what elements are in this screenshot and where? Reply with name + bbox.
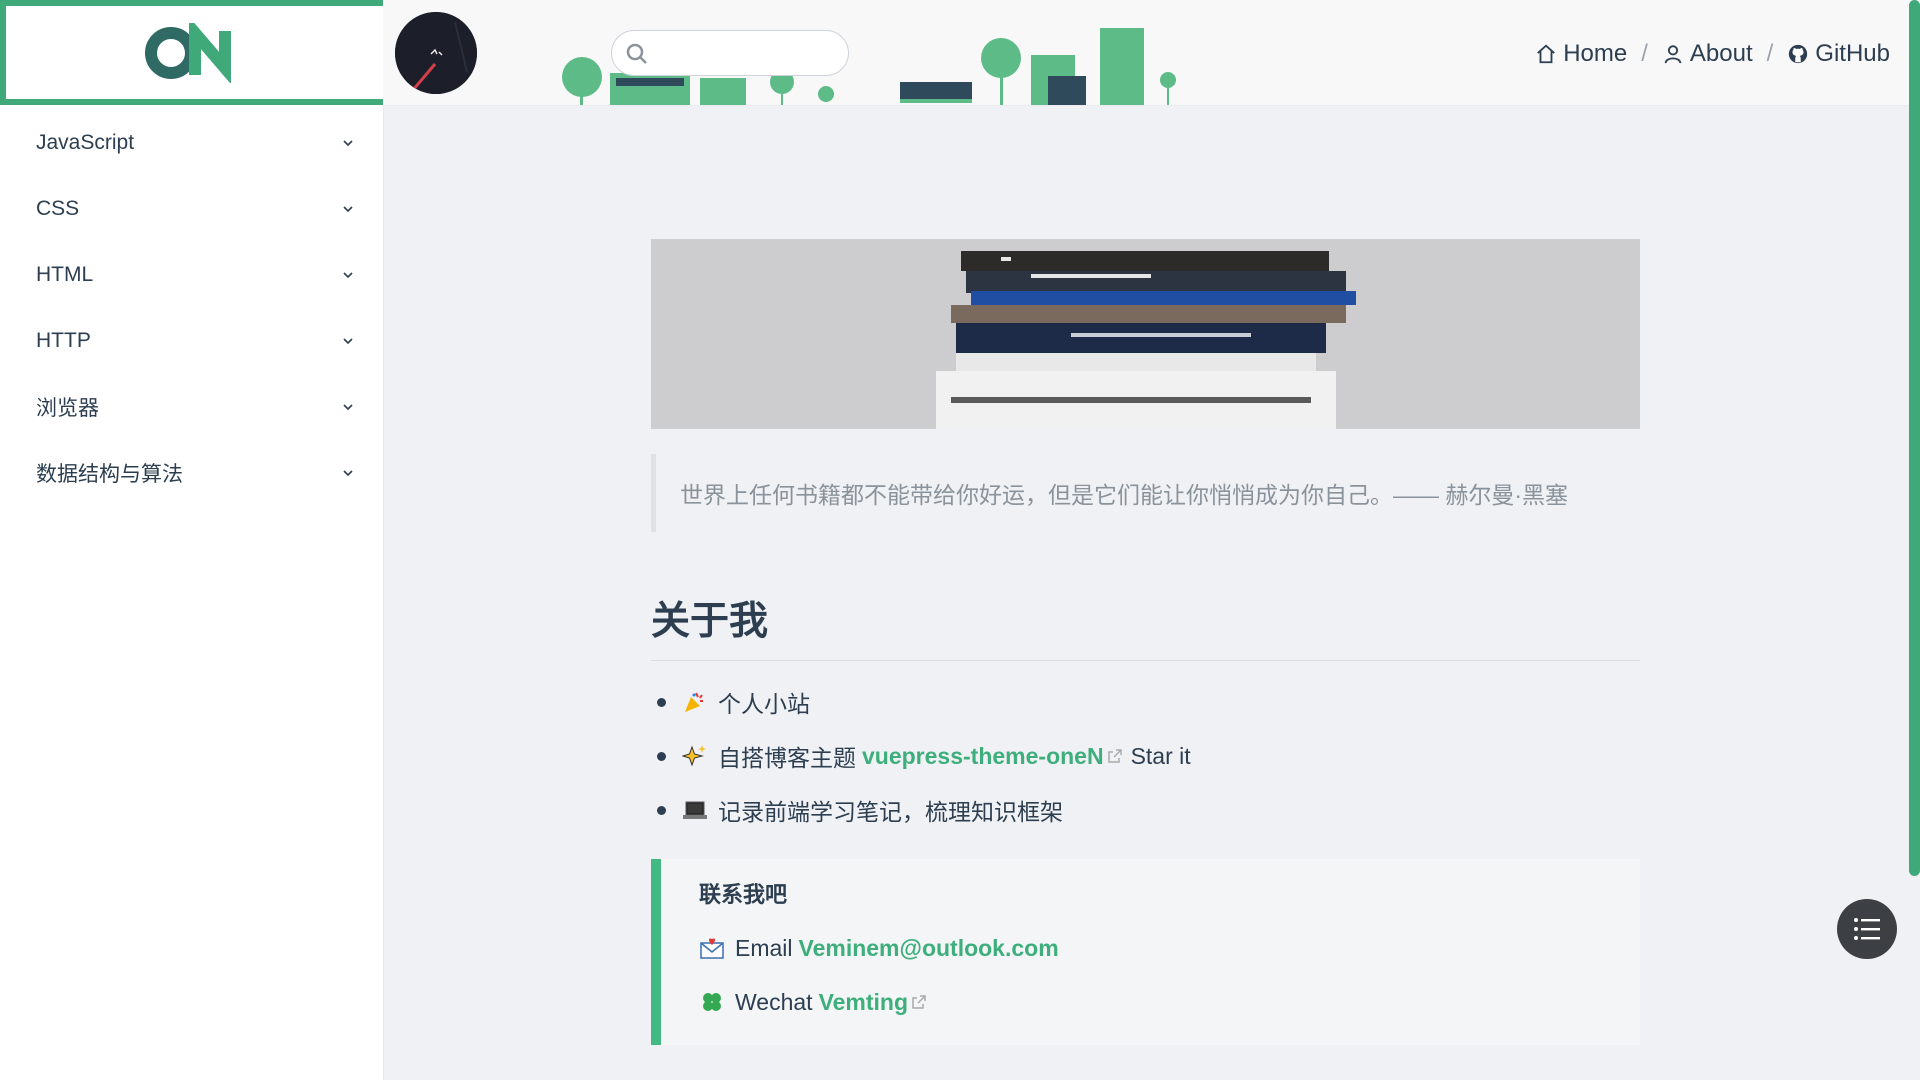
github-icon — [1789, 44, 1808, 64]
sidebar-item-label: 数据结构与算法 — [36, 463, 183, 486]
bullet-point — [657, 805, 666, 815]
nav-separator: / — [1766, 40, 1774, 67]
contact-email-row: Email Veminem@outlook.com — [699, 921, 1640, 975]
avatar-image — [395, 12, 477, 94]
external-link-icon — [912, 995, 926, 1009]
main-content: 世界上任何书籍都不能带给你好运，但是它们能让你悄悄成为你自己。—— 赫尔曼·黑塞… — [651, 239, 1640, 1045]
wechat-link[interactable]: Vemting — [819, 989, 908, 1016]
wechat-label: Wechat — [735, 988, 813, 1015]
sidebar-item-html[interactable]: HTML — [0, 242, 383, 308]
chevron-down-icon — [343, 272, 353, 279]
sidebar-item-browser[interactable]: 浏览器 — [0, 374, 383, 440]
sidebar-item-label: JavaScript — [36, 131, 135, 154]
sidebar-item-label: HTTP — [36, 329, 91, 352]
contact-title: 联系我吧 — [699, 882, 788, 907]
quote-block: 世界上任何书籍都不能带给你好运，但是它们能让你悄悄成为你自己。—— 赫尔曼·黑塞 — [651, 454, 1640, 532]
chevron-down-icon — [343, 140, 353, 147]
email-label: Email — [735, 934, 793, 961]
top-header: Home / About / GitHub — [383, 0, 1920, 106]
about-title: 关于我 — [651, 590, 1640, 661]
chevron-down-icon — [343, 470, 353, 477]
toc-button[interactable] — [1837, 899, 1897, 959]
contact-tip-box: 联系我吧 Email Veminem@outlook.com Wechat Ve… — [651, 859, 1640, 1045]
sidebar-item-javascript[interactable]: JavaScript — [0, 110, 383, 176]
chevron-down-icon — [343, 338, 353, 345]
four-leaf-clover-icon — [703, 993, 721, 1011]
site-logo[interactable] — [0, 0, 383, 105]
theme-repo-link[interactable]: vuepress-theme-oneN — [862, 743, 1104, 770]
email-link[interactable]: Veminem@outlook.com — [799, 935, 1059, 962]
list-item: 个人小站 — [651, 675, 1640, 729]
search-icon — [626, 43, 647, 64]
nav-home-link[interactable]: Home — [1535, 40, 1627, 68]
nav-separator: / — [1641, 40, 1648, 67]
item-suffix: Star it — [1130, 742, 1191, 769]
home-icon — [1537, 44, 1556, 64]
chevron-down-icon — [343, 404, 353, 411]
sidebar-nav: JavaScript CSS HTML HTTP 浏览器 数据结构与算法 — [0, 110, 383, 506]
nav-about-label: About — [1689, 40, 1753, 67]
list-item: 自搭博客主题 vuepress-theme-oneN Star it — [651, 729, 1640, 783]
external-link-icon — [1107, 749, 1122, 763]
user-icon — [1664, 45, 1682, 64]
sidebar-item-label: HTML — [36, 263, 94, 286]
contact-wechat-row: Wechat Vemting — [699, 975, 1640, 1029]
hero-books-image — [651, 239, 1640, 429]
about-list: 个人小站 自搭博客主题 vuepress-theme-oneN Star it … — [651, 675, 1640, 837]
item-text: 记录前端学习笔记，梳理知识框架 — [718, 799, 1063, 825]
top-nav: Home / About / GitHub — [1535, 40, 1890, 68]
nav-github-label: GitHub — [1815, 40, 1890, 67]
bullet-point — [657, 697, 666, 707]
sparkles-icon — [682, 745, 706, 767]
nav-about-link[interactable]: About — [1662, 40, 1753, 68]
logo-icon — [144, 22, 231, 83]
item-text: 自搭博客主题 — [718, 745, 856, 771]
party-popper-icon — [685, 692, 703, 712]
nav-github-link[interactable]: GitHub — [1787, 40, 1890, 68]
nav-home-label: Home — [1563, 40, 1628, 67]
list-icon — [1854, 918, 1880, 940]
sidebar-item-label: 浏览器 — [36, 397, 99, 420]
bullet-point — [657, 751, 666, 761]
sidebar-item-label: CSS — [36, 197, 80, 220]
sidebar: JavaScript CSS HTML HTTP 浏览器 数据结构与算法 — [0, 0, 384, 1080]
item-text: 个人小站 — [718, 691, 810, 717]
sidebar-item-algorithms[interactable]: 数据结构与算法 — [0, 440, 383, 506]
sidebar-item-http[interactable]: HTTP — [0, 308, 383, 374]
page-scrollbar[interactable] — [1909, 0, 1920, 876]
chevron-down-icon — [343, 206, 353, 213]
love-letter-icon — [700, 938, 724, 959]
list-item: 记录前端学习笔记，梳理知识框架 — [651, 783, 1640, 837]
avatar[interactable] — [395, 12, 477, 94]
laptop-icon — [683, 801, 707, 819]
sidebar-item-css[interactable]: CSS — [0, 176, 383, 242]
